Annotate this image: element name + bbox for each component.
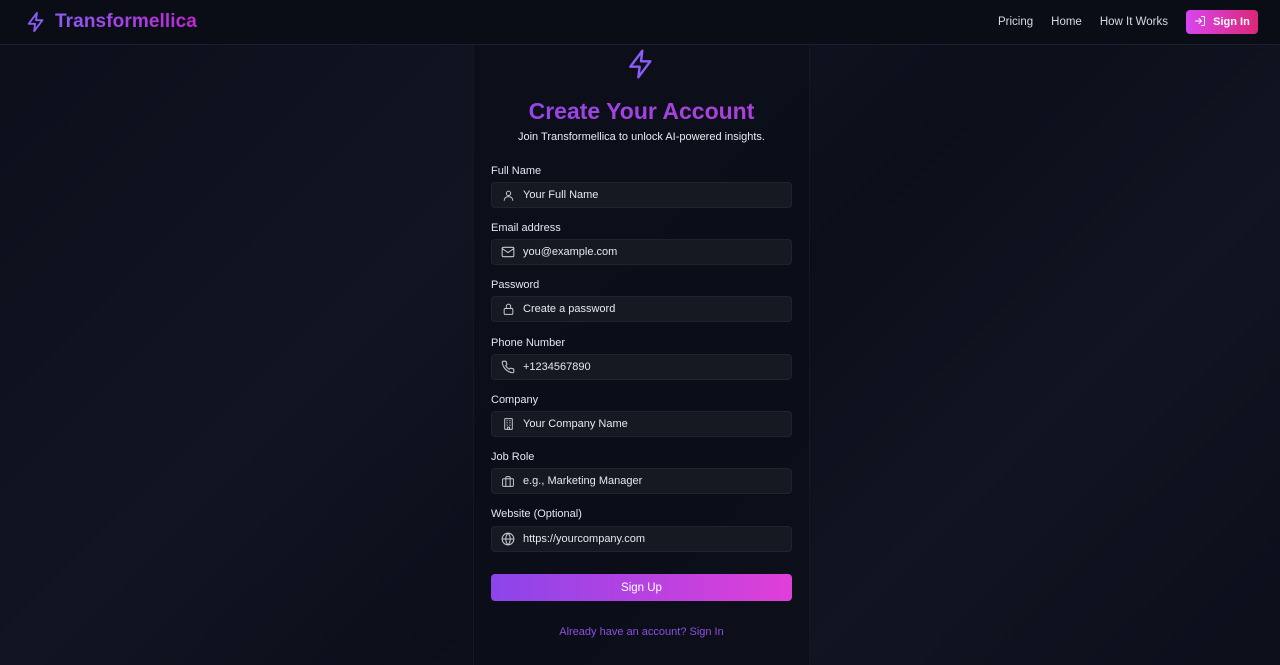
nav-sign-in-label: Sign In [1213, 16, 1250, 28]
lightning-bolt-icon [25, 10, 47, 34]
login-icon [1194, 15, 1206, 30]
website-label: Website (Optional) [491, 508, 582, 520]
brand-logo-link[interactable]: Transformellica [25, 10, 197, 34]
password-field[interactable] [491, 296, 792, 322]
nav-link-pricing[interactable]: Pricing [998, 16, 1033, 28]
globe-icon [501, 532, 515, 546]
company-input[interactable] [523, 418, 773, 430]
full-name-input[interactable] [523, 189, 773, 201]
phone-field[interactable] [491, 354, 792, 380]
nav-links: Pricing Home How It Works Sign In [998, 10, 1258, 34]
email-input[interactable] [523, 246, 773, 258]
user-icon [501, 188, 515, 202]
website-field[interactable] [491, 526, 792, 552]
full-name-label: Full Name [491, 165, 542, 177]
briefcase-icon [501, 474, 515, 488]
phone-input[interactable] [523, 361, 773, 373]
nav-link-home[interactable]: Home [1051, 16, 1082, 28]
sign-in-link[interactable]: Already have an account? Sign In [473, 626, 810, 638]
full-name-field[interactable] [491, 182, 792, 208]
top-navbar: Transformellica Pricing Home How It Work… [0, 0, 1280, 45]
page-subtitle: Join Transformellica to unlock AI-powere… [517, 131, 765, 143]
email-label: Email address [491, 222, 561, 234]
mail-icon [501, 245, 515, 259]
building-icon [501, 417, 515, 431]
lightning-bolt-icon [625, 47, 657, 86]
phone-icon [501, 360, 515, 374]
job-role-input[interactable] [523, 475, 773, 487]
company-field[interactable] [491, 411, 792, 437]
sign-up-button[interactable]: Sign Up [491, 574, 792, 601]
job-role-field[interactable] [491, 468, 792, 494]
phone-label: Phone Number [491, 337, 565, 349]
lock-icon [501, 302, 515, 316]
password-input[interactable] [523, 303, 773, 315]
nav-link-how-it-works[interactable]: How It Works [1100, 16, 1168, 28]
email-field[interactable] [491, 239, 792, 265]
nav-sign-in-button[interactable]: Sign In [1186, 10, 1258, 34]
brand-name: Transformellica [55, 11, 197, 32]
company-label: Company [491, 394, 539, 406]
website-input[interactable] [523, 533, 773, 545]
job-role-label: Job Role [491, 451, 535, 463]
password-label: Password [491, 279, 540, 291]
page-title: Create Your Account [473, 98, 810, 125]
